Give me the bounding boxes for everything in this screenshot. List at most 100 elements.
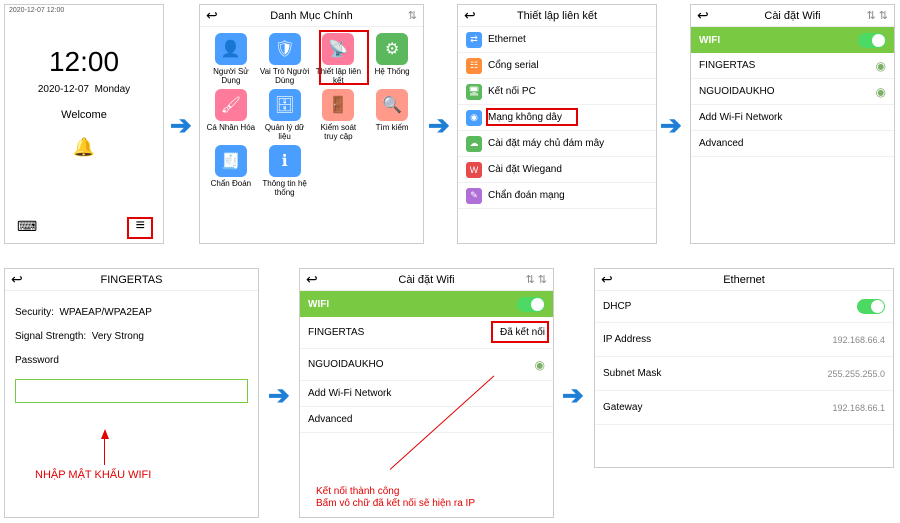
add-network-label: Add Wi-Fi Network [308, 388, 391, 399]
menu-item[interactable]: 🖌Cá Nhân Hóa [206, 89, 256, 141]
header: ↩ Thiết lập liên kết [458, 5, 656, 27]
panel-home: 2020-12-07 12:00 12:00 2020-12-07 Monday… [4, 4, 164, 244]
welcome-text: Welcome [5, 109, 163, 121]
row-value: 192.168.66.1 [832, 403, 885, 413]
menu-item[interactable]: 🗄Quản lý dữ liệu [260, 89, 310, 141]
panel-ethernet: ↩ Ethernet DHCP IP Address 192.168.66.4 Su… [594, 268, 894, 468]
back-icon[interactable]: ↩ [464, 7, 476, 24]
panel-wifi-connected: ↩ Cài đặt Wifi ⇅ ⇅ WIFI FINGERTAS Đã kết… [299, 268, 554, 518]
row-label: Gateway [603, 402, 642, 413]
back-icon[interactable]: ↩ [601, 271, 613, 288]
ethernet-row[interactable]: IP Address 192.168.66.4 [595, 323, 893, 357]
arrow-line [104, 439, 105, 465]
back-icon[interactable]: ↩ [11, 271, 23, 288]
toggle-icon[interactable] [517, 297, 545, 312]
advanced-label: Advanced [308, 414, 352, 425]
menu-icon: 🗄 [269, 89, 301, 121]
password-input[interactable] [15, 379, 248, 403]
wifi-network-row[interactable]: FINGERTAS ◉ [691, 53, 894, 79]
title: Ethernet [723, 274, 765, 286]
menu-icon: ⚙ [376, 33, 408, 65]
menu-label: Chẩn Đoán [211, 179, 251, 188]
menu-item[interactable]: ℹThông tin hệ thống [260, 145, 310, 197]
add-network-row[interactable]: Add Wi-Fi Network [691, 105, 894, 131]
menu-item[interactable]: 🛡Vai Trò Người Dùng [260, 33, 310, 85]
link-item[interactable]: ✎Chẩn đoán mạng [458, 183, 656, 209]
toggle-icon[interactable] [857, 299, 885, 314]
signal-label: Signal Strength: [15, 331, 86, 342]
wifi-network-row[interactable]: NGUOIDAUKHO ◉ [691, 79, 894, 105]
note-password: NHẬP MẬT KHẨU WIFI [35, 469, 151, 481]
title: Cài đặt Wifi [764, 10, 820, 22]
dhcp-row[interactable]: DHCP [595, 291, 893, 323]
menu-label: Người Sử Dụng [206, 67, 256, 85]
arrow-icon: ➔ [268, 380, 290, 411]
wifi-signal-icon: ◉ [876, 85, 886, 99]
sort-icon[interactable]: ⇅ ⇅ [867, 9, 889, 22]
arrow-icon: ➔ [660, 110, 682, 141]
link-item[interactable]: 🖥Kết nối PC [458, 79, 656, 105]
wifi-label: WIFI [699, 35, 720, 46]
panel-main-menu: ↩ Danh Mục Chính ⇅ 👤Người Sử Dụng🛡Vai Tr… [199, 4, 424, 244]
clock-date-row: 2020-12-07 Monday [5, 84, 163, 95]
password-label: Password [15, 349, 248, 373]
highlight-menu [127, 217, 153, 239]
wifi-signal-icon: ◉ [535, 358, 545, 372]
link-item[interactable]: WCài đặt Wiegand [458, 157, 656, 183]
wifi-network-row[interactable]: NGUOIDAUKHO ◉ [300, 349, 553, 381]
sort-icon[interactable]: ⇅ ⇅ [526, 273, 548, 286]
back-icon[interactable]: ↩ [697, 7, 709, 24]
item-label: Ethernet [488, 34, 526, 45]
menu-item[interactable]: 🚪Kiểm soát truy cập [314, 89, 364, 141]
menu-grid: 👤Người Sử Dụng🛡Vai Trò Người Dùng📡Thiết … [200, 27, 423, 203]
note-success: Kết nối thành công [316, 486, 399, 497]
link-item[interactable]: ⇄ Ethernet [458, 27, 656, 53]
menu-item[interactable]: 👤 Người Sử Dụng [206, 33, 256, 85]
toggle-icon[interactable] [858, 33, 886, 48]
wifi-toggle-row[interactable]: WIFI [300, 291, 553, 317]
row-value: 192.168.66.4 [832, 335, 885, 345]
arrow-up-icon [101, 429, 109, 439]
link-item[interactable]: ☁Cài đặt máy chủ đám mây [458, 131, 656, 157]
add-network-row[interactable]: Add Wi-Fi Network [300, 381, 553, 407]
wifi-signal-icon: ◉ [876, 59, 886, 73]
panel-wifi-detail: ↩ FINGERTAS Security: WPAEAP/WPA2EAP Sig… [4, 268, 259, 518]
item-label: Cổng serial [488, 60, 539, 71]
row-label: IP Address [603, 334, 651, 345]
link-item[interactable]: ☷ Cổng serial [458, 53, 656, 79]
note-tap-ip: Bấm vô chữ đã kết nối sẽ hiện ra IP [316, 498, 475, 509]
clock-date: 2020-12-07 [38, 84, 89, 95]
advanced-row[interactable]: Advanced [691, 131, 894, 157]
back-icon[interactable]: ↩ [206, 7, 218, 24]
clock-time: 12:00 [5, 46, 163, 78]
menu-icon: 👤 [215, 33, 247, 65]
security-label: Security: [15, 307, 54, 318]
item-icon: ⇄ [466, 32, 482, 48]
wifi-toggle-row[interactable]: WIFI [691, 27, 894, 53]
network-name: NGUOIDAUKHO [699, 86, 775, 97]
advanced-row[interactable]: Advanced [300, 407, 553, 433]
menu-item[interactable]: 🔍Tìm kiếm [367, 89, 417, 141]
bell-icon[interactable]: 🔔 [5, 137, 163, 158]
item-icon: 🖥 [466, 84, 482, 100]
signal-value: Very Strong [92, 331, 144, 342]
item-icon: ✎ [466, 188, 482, 204]
back-icon[interactable]: ↩ [306, 271, 318, 288]
ethernet-row[interactable]: Subnet Mask255.255.255.0 [595, 357, 893, 391]
network-name: FINGERTAS [308, 327, 364, 338]
sort-icon[interactable]: ⇅ [408, 9, 417, 22]
panel-wifi-settings: ↩ Cài đặt Wifi ⇅ ⇅ WIFI FINGERTAS ◉ NGUO… [690, 4, 895, 244]
title: FINGERTAS [101, 274, 163, 286]
keyboard-icon[interactable]: ⌨ [17, 218, 37, 235]
menu-label: Kiểm soát truy cập [314, 123, 364, 141]
status-bar: 2020-12-07 12:00 [5, 5, 163, 16]
row-value: 255.255.255.0 [827, 369, 885, 379]
item-label: Cài đặt Wiegand [488, 164, 562, 175]
network-name: NGUOIDAUKHO [308, 359, 384, 370]
menu-item[interactable]: ⚙Hệ Thống [367, 33, 417, 85]
item-icon: ☷ [466, 58, 482, 74]
ethernet-row[interactable]: Gateway 192.168.66.1 [595, 391, 893, 425]
item-label: Cài đặt máy chủ đám mây [488, 138, 604, 149]
menu-item[interactable]: 🧾Chẩn Đoán [206, 145, 256, 197]
arrow-icon: ➔ [170, 110, 192, 141]
